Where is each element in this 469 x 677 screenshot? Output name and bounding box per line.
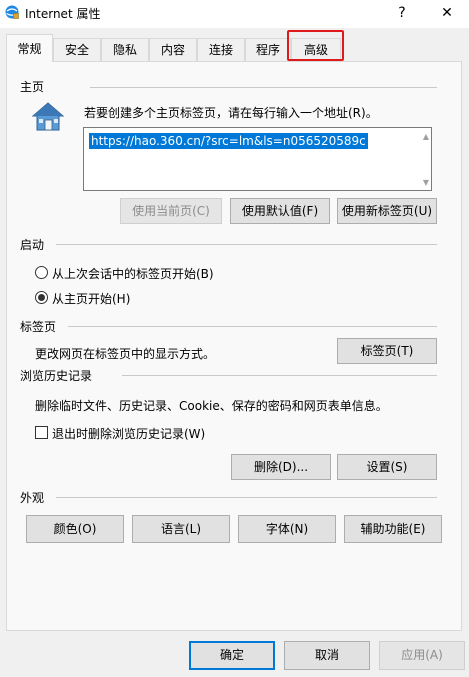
history-description: 删除临时文件、历史记录、Cookie、保存的密码和网页表单信息。 (35, 399, 388, 413)
history-settings-button[interactable]: 设置(S) (337, 454, 437, 480)
help-button[interactable]: ? (382, 0, 422, 28)
advanced-tab-highlight (287, 30, 344, 61)
window-title: Internet 属性 (25, 7, 101, 21)
use-default-button[interactable]: 使用默认值(F) (230, 198, 330, 224)
divider (56, 497, 437, 498)
divider (122, 375, 437, 376)
radio-last-session[interactable] (35, 266, 48, 279)
tab-security[interactable]: 安全 (53, 38, 101, 61)
scroll-down-icon[interactable]: ▼ (423, 178, 429, 187)
radio-home-page[interactable] (35, 291, 48, 304)
home-section-label: 主页 (20, 80, 45, 94)
startup-option-home-page[interactable]: 从主页开始(H) (35, 289, 195, 306)
colors-button[interactable]: 颜色(O) (26, 515, 124, 543)
tabs-description: 更改网页在标签页中的显示方式。 (35, 347, 216, 361)
apply-button[interactable]: 应用(A) (379, 641, 465, 670)
help-icon: ? (398, 5, 406, 21)
checkbox-label: 退出时删除浏览历史记录(W) (52, 427, 206, 441)
divider (90, 87, 437, 88)
divider (56, 244, 437, 245)
appearance-section-label: 外观 (20, 491, 45, 505)
startup-section-label: 启动 (20, 238, 45, 252)
fonts-button[interactable]: 字体(N) (238, 515, 336, 543)
internet-explorer-icon (4, 4, 20, 20)
history-section-label: 浏览历史记录 (20, 369, 93, 383)
radio-label: 从主页开始(H) (52, 292, 131, 306)
delete-history-button[interactable]: 删除(D)... (231, 454, 331, 480)
tab-programs[interactable]: 程序 (245, 38, 291, 61)
radio-label: 从上次会话中的标签页开始(B) (52, 267, 214, 281)
use-new-tab-button[interactable]: 使用新标签页(U) (337, 198, 437, 224)
home-url-textarea[interactable]: https://hao.360.cn/?src=lm&ls=n056520589… (83, 127, 432, 191)
ok-button[interactable]: 确定 (189, 641, 275, 670)
startup-option-last-session[interactable]: 从上次会话中的标签页开始(B) (35, 264, 295, 281)
home-icon (31, 101, 65, 136)
tabs-section-label: 标签页 (20, 320, 57, 334)
tab-connections[interactable]: 连接 (197, 38, 245, 61)
languages-button[interactable]: 语言(L) (132, 515, 230, 543)
tabs-settings-button[interactable]: 标签页(T) (337, 338, 437, 364)
scroll-up-icon[interactable]: ▲ (423, 132, 429, 141)
title-bar: Internet 属性 ? ✕ (0, 0, 469, 28)
close-button[interactable]: ✕ (427, 0, 467, 28)
home-instruction: 若要创建多个主页标签页，请在每行输入一个地址(R)。 (84, 106, 378, 120)
use-current-button[interactable]: 使用当前页(C) (120, 198, 222, 224)
delete-on-exit-option[interactable]: 退出时删除浏览历史记录(W) (35, 424, 235, 441)
tab-privacy[interactable]: 隐私 (101, 38, 149, 61)
accessibility-button[interactable]: 辅助功能(E) (344, 515, 442, 543)
home-url-value: https://hao.360.cn/?src=lm&ls=n056520589… (89, 133, 368, 149)
divider (68, 326, 437, 327)
cancel-button[interactable]: 取消 (284, 641, 370, 670)
tab-content[interactable]: 内容 (149, 38, 197, 61)
close-icon: ✕ (441, 5, 453, 21)
delete-on-exit-checkbox[interactable] (35, 426, 48, 439)
tab-general[interactable]: 常规 (6, 34, 53, 62)
